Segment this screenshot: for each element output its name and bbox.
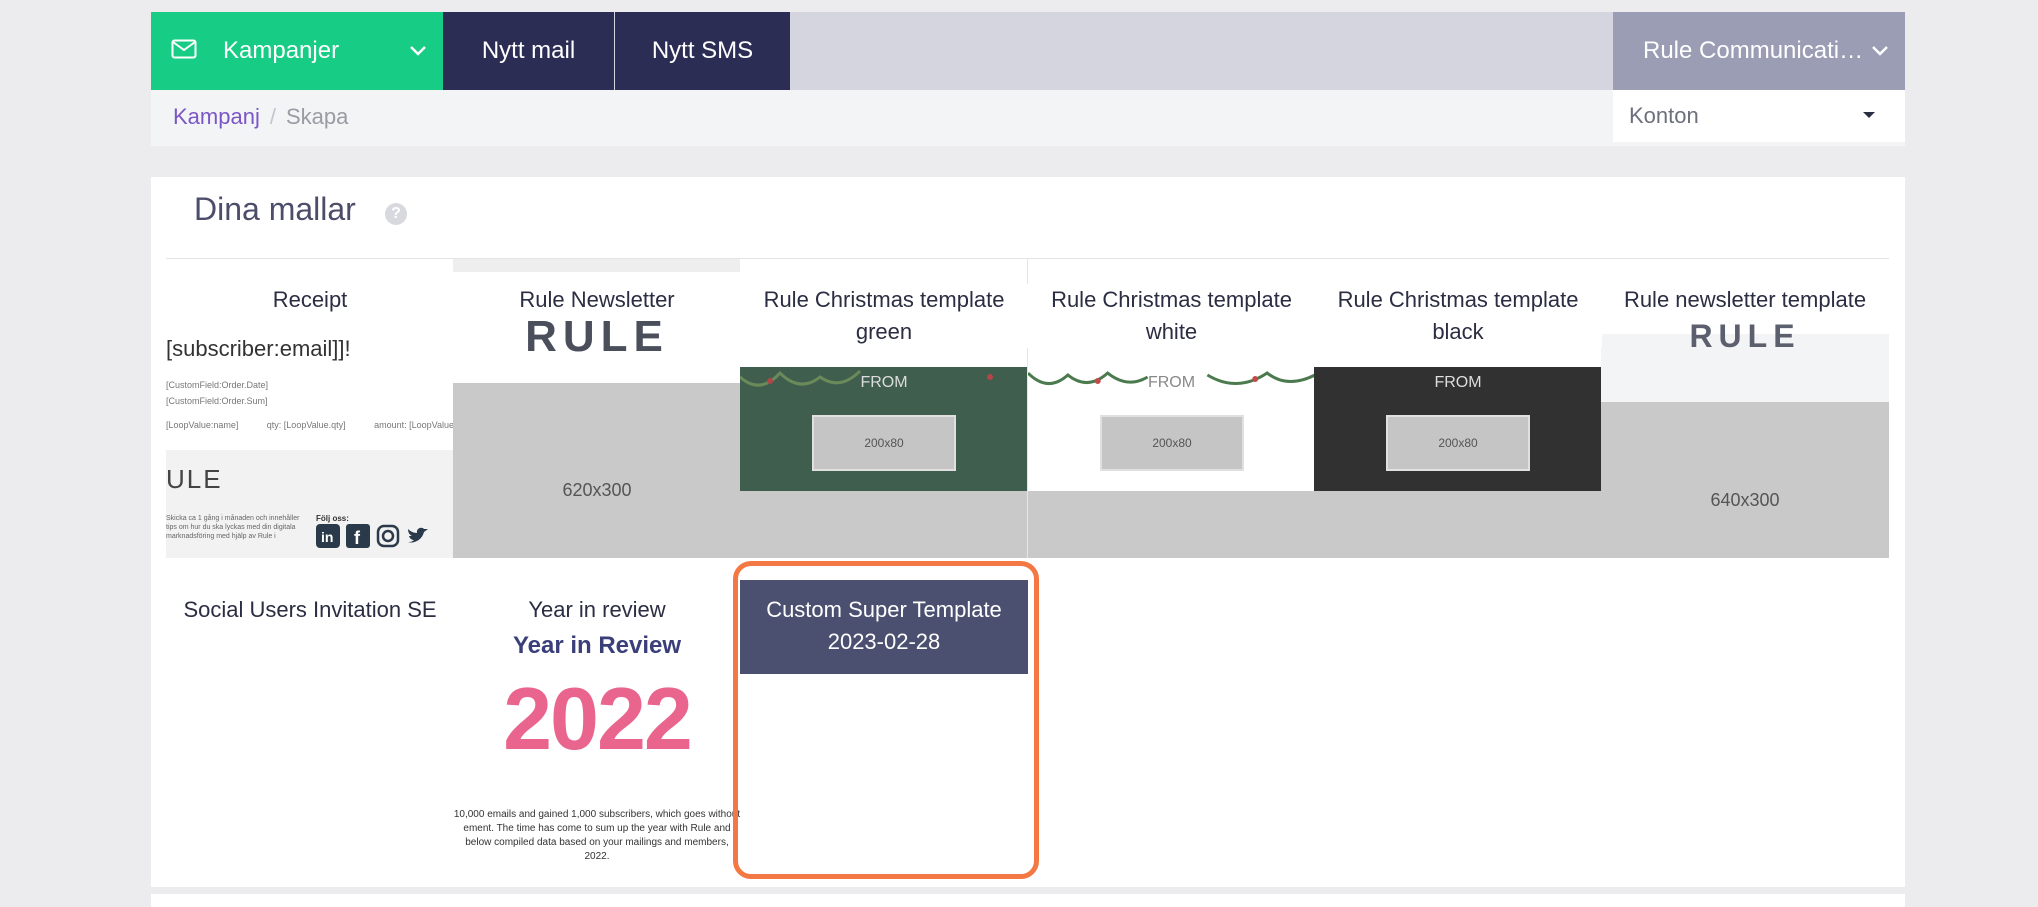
- year-review-heading: Year in Review: [512, 632, 682, 659]
- receipt-logo: ULE: [166, 464, 223, 494]
- template-name: Rule Newsletter: [453, 284, 741, 316]
- preview-topline: [740, 258, 1028, 272]
- receipt-footer-text: Skicka ca 1 gång i månaden och innehålle…: [166, 515, 300, 540]
- template-card-christmas-white[interactable]: Rule Christmas template white FROM 200x8…: [1027, 258, 1315, 558]
- preview-image-placeholder: [740, 491, 1028, 558]
- year-review-year: 2022: [503, 669, 693, 768]
- preview-image-placeholder: [453, 383, 741, 558]
- template-name: Year in review: [453, 594, 741, 626]
- receipt-line: qty: [LoopValue.qty]: [266, 420, 346, 430]
- receipt-line: [CustomField:Order.Sum]: [166, 396, 268, 406]
- linkedin-icon: in: [316, 524, 340, 548]
- top-navigation-bar: Kampanjer Nytt mail Nytt SMS Rule Commun…: [151, 12, 1905, 90]
- breadcrumb-current: Skapa: [285, 104, 349, 129]
- receipt-footer-preview: ULE Skicka ca 1 gång i månaden och inneh…: [166, 450, 454, 558]
- svg-text:in: in: [321, 529, 333, 545]
- next-panel-edge: [151, 894, 1905, 907]
- template-name: Rule Christmas template white: [1028, 284, 1315, 348]
- social-icons: in f: [316, 524, 430, 548]
- template-name: Rule Christmas template green: [740, 284, 1028, 348]
- mail-icon: [171, 39, 197, 64]
- follow-label: Följ oss:: [316, 514, 349, 523]
- from-label: FROM: [1434, 374, 1482, 391]
- breadcrumb-separator: /: [269, 104, 276, 129]
- breadcrumb-kampanj-link[interactable]: Kampanj: [173, 104, 260, 129]
- preview-image-placeholder: [1028, 491, 1315, 558]
- template-name: Rule newsletter template: [1601, 284, 1889, 316]
- preview-topline: [453, 258, 741, 272]
- rule-logo: RULE: [1689, 318, 1801, 354]
- receipt-preview: [subscriber:email]]! [CustomField:Order.…: [166, 330, 454, 450]
- image-placeholder-box: 200x80: [812, 415, 956, 471]
- account-menu-button[interactable]: Rule Communicati…: [1613, 12, 1905, 90]
- svg-text:f: f: [354, 528, 361, 548]
- receipt-line: [CustomField:Order.Date]: [166, 380, 269, 390]
- sub-header: Kampanj / Skapa Konton: [151, 90, 1905, 146]
- chevron-down-icon: [407, 39, 429, 66]
- section-title: Dina mallar: [194, 191, 356, 227]
- template-card-christmas-green[interactable]: Rule Christmas template green FROM 200x8…: [740, 258, 1028, 558]
- template-card-year-in-review[interactable]: Year in review Year in Review 2022 10,00…: [453, 560, 741, 860]
- account-label: Rule Communicati…: [1643, 37, 1864, 64]
- breadcrumb: Kampanj / Skapa: [173, 104, 348, 130]
- facebook-icon: f: [346, 524, 370, 548]
- chevron-down-icon: [1869, 39, 1891, 68]
- template-card-receipt[interactable]: Receipt [subscriber:email]]! [CustomFiel…: [166, 258, 454, 558]
- template-name: Social Users Invitation SE: [166, 594, 454, 626]
- template-name: Rule Christmas template black: [1314, 284, 1602, 348]
- image-placeholder-box: 200x80: [1100, 415, 1244, 471]
- receipt-line: [LoopValue:name]: [166, 420, 239, 430]
- receipt-line: [subscriber:email]]!: [166, 336, 351, 361]
- preview-topline: [1314, 258, 1602, 272]
- template-card-rule-newsletter[interactable]: Rule Newsletter RULE 620x300: [453, 258, 741, 558]
- from-label: FROM: [1147, 374, 1196, 391]
- twitter-icon: [408, 527, 428, 543]
- from-label: FROM: [860, 374, 908, 391]
- preview-image-placeholder: [1601, 402, 1889, 558]
- template-card-social-users-invitation[interactable]: Social Users Invitation SE: [166, 580, 454, 870]
- preview-topline: [166, 258, 454, 272]
- rule-logo: RULE: [525, 312, 669, 361]
- preview-topline: [1028, 258, 1315, 272]
- accounts-select-value: Konton: [1629, 103, 1699, 128]
- new-mail-button[interactable]: Nytt mail: [443, 12, 614, 90]
- preview-image-placeholder: [1314, 491, 1602, 558]
- receipt-line: amount: [LoopValue: [374, 420, 454, 430]
- accounts-select[interactable]: Konton: [1613, 90, 1905, 142]
- template-name: Custom Super Template 2023-02-28: [766, 597, 1002, 654]
- preview-size-label: 640x300: [1710, 490, 1780, 510]
- help-icon[interactable]: ?: [385, 203, 407, 225]
- campaigns-label: Kampanjer: [223, 37, 340, 64]
- new-sms-button[interactable]: Nytt SMS: [615, 12, 790, 90]
- campaigns-menu-button[interactable]: Kampanjer: [151, 12, 443, 90]
- preview-topline: [1601, 258, 1889, 272]
- template-card-rule-newsletter-template[interactable]: Rule newsletter template RULE 640x300: [1601, 258, 1889, 558]
- image-placeholder-box: 200x80: [1386, 415, 1530, 471]
- year-review-text: 10,000 emails and gained 1,000 subscribe…: [453, 809, 741, 860]
- template-card-custom-super[interactable]: Custom Super Template 2023-02-28: [740, 580, 1028, 674]
- instagram-icon: [376, 524, 400, 548]
- caret-down-icon: [1863, 112, 1875, 118]
- template-name: Receipt: [166, 284, 454, 316]
- preview-size-label: 620x300: [562, 480, 632, 500]
- template-card-christmas-black[interactable]: Rule Christmas template black FROM 200x8…: [1314, 258, 1602, 558]
